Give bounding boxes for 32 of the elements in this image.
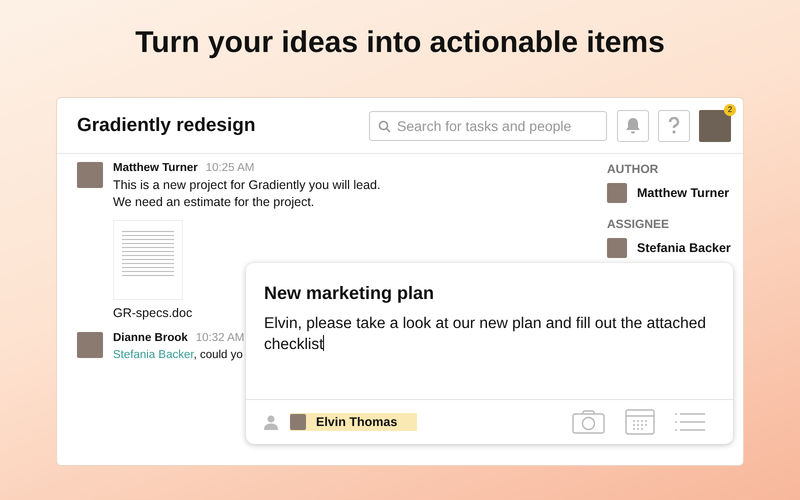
notification-badge: 2 bbox=[724, 104, 736, 116]
user-avatar bbox=[607, 238, 627, 258]
task-title[interactable]: New marketing plan bbox=[264, 283, 715, 304]
notifications-button[interactable] bbox=[617, 110, 649, 142]
project-title: Gradiently redesign bbox=[77, 114, 256, 136]
list-icon[interactable] bbox=[675, 413, 705, 431]
assignee-tag[interactable]: Elvin Thomas bbox=[290, 413, 418, 431]
user-avatar bbox=[607, 183, 627, 203]
task-description-field[interactable]: Elvin, please take a look at our new plan and fill out the attached checklist bbox=[264, 313, 715, 355]
calendar-icon[interactable] bbox=[625, 409, 655, 435]
person-name: Stefania Backer bbox=[637, 241, 731, 255]
message-time: 10:25 AM bbox=[206, 162, 254, 174]
user-avatar bbox=[290, 414, 306, 430]
section-heading: ASSIGNEE bbox=[607, 217, 670, 231]
author-name: Dianne Brook bbox=[113, 332, 188, 344]
search-field[interactable]: Search for tasks and people bbox=[369, 110, 607, 140]
section-heading: AUTHOR bbox=[607, 162, 660, 176]
author-name: Matthew Turner bbox=[113, 162, 198, 174]
document-thumbnail[interactable] bbox=[113, 220, 183, 300]
person-icon[interactable] bbox=[264, 414, 278, 430]
message-time: 10:32 AM bbox=[196, 332, 244, 344]
person-name: Matthew Turner bbox=[637, 186, 730, 200]
headline: Turn your ideas into actionable items bbox=[134, 25, 666, 61]
camera-icon[interactable] bbox=[572, 410, 605, 434]
message-text: Stefania Backer, could yo bbox=[113, 348, 244, 363]
help-icon bbox=[668, 116, 680, 134]
message-text: This is a new project for Gradiently you will lead. bbox=[113, 177, 380, 194]
message-text: We need an estimate for the project. bbox=[113, 194, 316, 211]
user-avatar bbox=[77, 332, 103, 358]
user-avatar bbox=[77, 162, 103, 188]
bell-icon bbox=[625, 116, 641, 134]
help-button[interactable] bbox=[658, 110, 690, 142]
